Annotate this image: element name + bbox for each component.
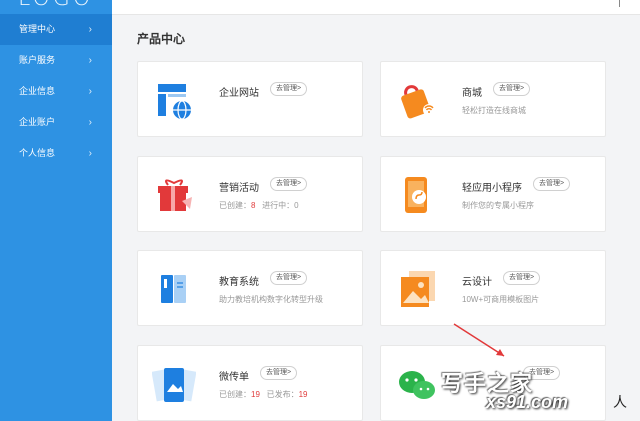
watermark-suffix: 人 [613,394,627,410]
card-description: 制作您的专属小程序 [462,201,534,210]
card-description: 10W+可商用模板图片 [462,295,540,304]
product-card-mini-program: 轻应用小程序 去管理> 制作您的专属小程序 [380,156,606,232]
card-title: 云设计 [462,277,492,288]
card-stats: 已创建：8 进行中：0 [219,200,299,211]
topbar-divider [619,0,620,7]
stat-label: 已创建： [219,201,251,210]
stat-label: 已创建： [219,390,251,399]
stat-value: 19 [251,390,260,399]
sidebar-item-company-account[interactable]: 企业账户 › [0,107,112,138]
app-window: LOGO 管理中心 › 账户服务 › 企业信息 › 企业账户 › 个人信息 › [0,0,640,421]
shopping-bag-icon [401,85,435,119]
sidebar-item-label: 企业账户 [19,117,56,127]
sidebar-item-management-center[interactable]: 管理中心 › [0,14,112,45]
sidebar-item-label: 企业信息 [19,86,56,96]
card-title: 商城 [462,88,482,99]
product-card-education: 教育系统 去管理> 助力教培机构数字化转型升级 [137,250,363,326]
sidebar-item-label: 个人信息 [19,148,56,158]
sidebar-item-account-services[interactable]: 账户服务 › [0,45,112,76]
red-arrow-annotation [453,323,505,357]
product-card-mall: 商城 去管理> 轻松打造在线商城 [380,61,606,137]
card-title: 教育系统 [219,277,259,288]
chevron-right-icon: › [88,86,92,97]
sidebar-nav: 管理中心 › 账户服务 › 企业信息 › 企业账户 › 个人信息 › [0,14,112,169]
product-card-micro-flyer: 微传单 去管理> 已创建：19 已发布：19 [137,345,363,421]
stat-value: 0 [294,201,299,210]
card-title: 营销活动 [219,183,259,194]
sidebar-item-label: 账户服务 [19,55,56,65]
flyer-icon [152,368,196,402]
top-bar [112,0,640,15]
chevron-right-icon: › [88,117,92,128]
website-icon [158,84,191,120]
stat-value: 19 [298,390,308,399]
manage-button[interactable]: 去管理> [503,271,541,285]
manage-button[interactable]: 去管理> [533,177,571,191]
main-content: 产品中心 企业网站 去管理> 商城 去管理> 轻松打造在线商城 营销活动 去管理… [112,15,640,421]
manage-button[interactable]: 去管理> [493,82,531,96]
chevron-right-icon: › [88,148,92,159]
manage-button[interactable]: 去管理> [270,177,308,191]
sidebar-item-company-info[interactable]: 企业信息 › [0,76,112,107]
card-title: 企业网站 [219,88,259,99]
book-icon [161,275,186,303]
product-card-website: 企业网站 去管理> [137,61,363,137]
manage-button[interactable]: 去管理> [270,82,308,96]
manage-button[interactable]: 去管理> [270,271,308,285]
product-card-cloud-design: 云设计 去管理> 10W+可商用模板图片 [380,250,606,326]
gift-icon [158,179,192,211]
mobile-app-icon [405,177,427,213]
chevron-right-icon: › [88,24,92,35]
watermark-url: xs91.com [486,392,569,412]
product-card-marketing: 营销活动 去管理> 已创建：8 进行中：0 [137,156,363,232]
card-description: 轻松打造在线商城 [462,106,526,115]
card-description: 助力教培机构数字化转型升级 [219,295,323,304]
sidebar-item-label: 管理中心 [19,24,56,34]
stat-label: 已发布： [266,390,299,399]
card-title: 轻应用小程序 [462,183,522,194]
manage-button[interactable]: 去管理> [260,366,298,380]
chevron-right-icon: › [88,55,92,66]
card-title: 微传单 [219,372,249,383]
card-stats: 已创建：19 已发布：19 [219,389,307,400]
wechat-icon [399,371,435,399]
stat-value: 8 [251,201,256,210]
logo: LOGO [18,0,93,11]
stat-label: 进行中： [262,201,295,210]
page-title: 产品中心 [137,32,186,46]
image-design-icon [401,271,435,307]
sidebar: LOGO 管理中心 › 账户服务 › 企业信息 › 企业账户 › 个人信息 › [0,0,112,421]
sidebar-item-personal-info[interactable]: 个人信息 › [0,138,112,169]
